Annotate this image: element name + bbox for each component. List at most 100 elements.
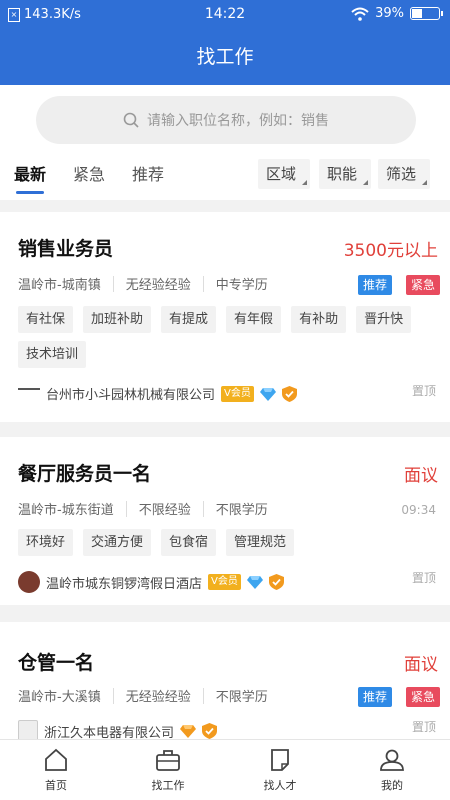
benefit-chip: 交通方便: [83, 529, 152, 556]
filter-function[interactable]: 职能: [319, 159, 372, 189]
bottom-nav: 首页 找工作 找人才 我的: [0, 739, 450, 800]
job-meta: 温岭市-城南镇 无经验经验 中专学历: [18, 274, 268, 293]
divider: [125, 500, 127, 517]
company-name: 温岭市城东铜锣湾假日酒店: [46, 576, 203, 592]
tab-label: 推荐: [132, 165, 165, 184]
recommend-badge: 推荐: [357, 687, 392, 707]
divider: [202, 275, 204, 292]
job-salary: 面议: [404, 655, 438, 675]
nav-find-job[interactable]: 找工作: [112, 740, 224, 800]
pinned-label: 置顶: [411, 384, 436, 398]
job-salary: 面议: [404, 466, 438, 486]
benefit-chip: 环境好: [18, 529, 74, 556]
job-title: 餐厅服务员一名: [18, 463, 152, 485]
page-title: 找工作: [0, 30, 450, 85]
tab-label: 紧急: [73, 165, 106, 184]
nav-label: 首页: [45, 779, 67, 792]
post-time: 09:34: [401, 503, 436, 517]
benefit-chip: 有补助: [291, 306, 347, 333]
company-row[interactable]: 台州市小斗园林机械有限公司 V会员: [18, 384, 297, 403]
job-location: 温岭市-大溪镇: [18, 690, 101, 705]
company-logo: [18, 571, 40, 593]
tab-urgent[interactable]: 紧急: [73, 161, 105, 185]
filter-label: 区域: [266, 165, 297, 183]
job-education: 不限学历: [215, 503, 268, 518]
pinned-label: 置顶: [411, 571, 436, 585]
verified-shield-icon: [268, 574, 284, 590]
benefit-chip: 晋升快: [356, 306, 412, 333]
nav-label: 我的: [381, 779, 403, 792]
battery-icon: [410, 7, 443, 20]
filter-label: 职能: [327, 165, 358, 183]
tab-filter-row: 最新 紧急 推荐 区域 职能 筛选: [0, 155, 450, 200]
user-icon: [380, 749, 404, 771]
nav-label: 找工作: [151, 779, 185, 792]
vip-badge: V会员: [208, 574, 241, 590]
job-title: 销售业务员: [18, 238, 114, 260]
tab-latest[interactable]: 最新: [14, 161, 47, 194]
dropdown-icon: [422, 180, 428, 185]
benefit-chip: 包食宿: [161, 529, 217, 556]
benefit-chip: 有提成: [161, 306, 217, 333]
divider: [202, 687, 204, 704]
benefit-list: 有社保 加班补助 有提成 有年假 有补助 晋升快 技术培训: [18, 306, 438, 368]
benefit-chip: 技术培训: [18, 341, 87, 368]
document-icon: [271, 749, 289, 771]
job-experience: 无经验经验: [125, 690, 191, 705]
dropdown-icon: [363, 180, 369, 185]
wifi-icon: [351, 7, 369, 21]
job-card[interactable]: 销售业务员 3500元以上 温岭市-城南镇 无经验经验 中专学历 推荐 紧急 有…: [0, 212, 450, 422]
job-education: 不限学历: [215, 690, 268, 705]
job-location: 温岭市-城南镇: [18, 278, 101, 293]
job-experience: 不限经验: [138, 503, 191, 518]
diamond-icon: [180, 725, 197, 738]
search-input[interactable]: 请输入职位名称，例如：销售: [36, 96, 416, 144]
status-bar: × 143.3K/s 14:22 39%: [0, 0, 450, 30]
urgent-badge: 紧急: [405, 687, 440, 707]
job-meta: 温岭市-城东街道 不限经验 不限学历: [18, 499, 268, 518]
job-education: 中专学历: [215, 278, 268, 293]
company-row[interactable]: 温岭市城东铜锣湾假日酒店 V会员: [18, 571, 284, 593]
benefit-chip: 管理规范: [226, 529, 295, 556]
search-placeholder: 请输入职位名称，例如：销售: [147, 113, 329, 129]
nav-home[interactable]: 首页: [0, 740, 112, 800]
recommend-badge: 推荐: [357, 275, 392, 295]
job-card[interactable]: 仓管一名 面议 温岭市-大溪镇 无经验经验 不限学历 推荐 紧急 浙江久本电器有…: [0, 622, 450, 742]
nav-label: 找人才: [263, 779, 297, 792]
tab-underline: [16, 191, 45, 194]
job-location: 温岭市-城东街道: [18, 503, 114, 518]
home-icon: [45, 748, 67, 771]
pinned-label: 置顶: [411, 720, 436, 734]
divider: [112, 687, 114, 704]
verified-shield-icon: [202, 723, 218, 739]
battery-percent: 39%: [375, 6, 404, 21]
tab-recommend[interactable]: 推荐: [132, 161, 164, 185]
job-card[interactable]: 餐厅服务员一名 面议 温岭市-城东街道 不限经验 不限学历 09:34 环境好 …: [0, 437, 450, 605]
company-name: 浙江久本电器有限公司: [44, 725, 175, 741]
benefit-list: 环境好 交通方便 包食宿 管理规范: [18, 529, 438, 556]
job-title: 仓管一名: [18, 652, 95, 674]
nav-find-talent[interactable]: 找人才: [224, 740, 336, 800]
diamond-icon: [259, 387, 276, 401]
filter-more[interactable]: 筛选: [378, 159, 431, 189]
nav-mine[interactable]: 我的: [336, 740, 448, 800]
divider: [112, 275, 114, 292]
benefit-chip: 有年假: [226, 306, 282, 333]
urgent-badge: 紧急: [405, 275, 440, 295]
dropdown-icon: [302, 180, 308, 185]
divider: [202, 500, 204, 517]
briefcase-icon: [156, 750, 180, 771]
verified-shield-icon: [281, 385, 297, 402]
vip-badge: V会员: [221, 385, 254, 402]
filter-label: 筛选: [386, 165, 417, 183]
company-logo: [18, 387, 40, 400]
job-meta: 温岭市-大溪镇 无经验经验 不限学历: [18, 686, 268, 705]
benefit-chip: 有社保: [18, 306, 74, 333]
filter-area[interactable]: 区域: [258, 159, 311, 189]
job-salary: 3500元以上: [343, 241, 438, 261]
job-experience: 无经验经验: [125, 278, 191, 293]
diamond-icon: [246, 576, 263, 589]
tab-label: 最新: [14, 165, 47, 184]
search-area: 请输入职位名称，例如：销售: [0, 85, 450, 155]
company-name: 台州市小斗园林机械有限公司: [46, 388, 216, 403]
